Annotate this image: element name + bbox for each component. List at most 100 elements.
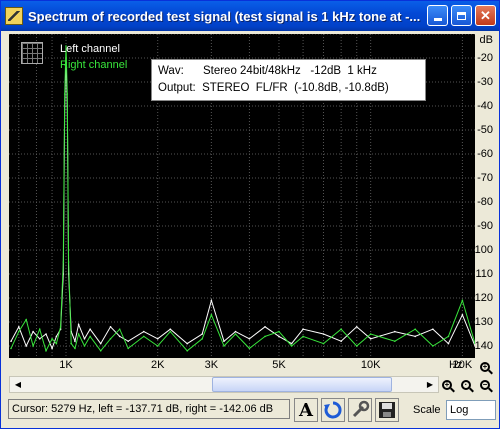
data-point-left: [322, 333, 325, 335]
data-point-right: [89, 335, 91, 338]
app-waveform-icon: [5, 7, 23, 25]
data-point-left: [290, 342, 293, 345]
y-tick-label: -110: [471, 268, 493, 280]
data-point-right: [234, 333, 237, 335]
data-point-left: [45, 333, 47, 335]
data-point-right: [142, 335, 145, 338]
data-point-right: [447, 335, 450, 338]
data-point-right: [67, 261, 70, 263]
data-point-left: [248, 338, 251, 340]
info-wav-label: Wav:: [158, 65, 184, 77]
minimize-button[interactable]: [427, 5, 448, 26]
y-tick-label: -50: [477, 124, 493, 136]
data-point-right: [369, 333, 372, 335]
horizontal-scrollbar[interactable]: ◀ ▶: [9, 376, 439, 393]
data-point-left: [89, 328, 91, 331]
data-point-right: [18, 330, 20, 333]
data-point-left: [355, 326, 358, 328]
scroll-thumb[interactable]: [212, 377, 392, 392]
zoom-out-button[interactable]: −: [477, 377, 493, 393]
window-title: Spectrum of recorded test signal (test s…: [28, 8, 421, 24]
data-point-left: [210, 299, 213, 302]
data-point-right: [70, 342, 72, 345]
font-icon: A: [299, 399, 313, 421]
data-point-right: [201, 338, 204, 340]
data-point-left: [447, 342, 450, 345]
y-tick-label: -120: [470, 292, 493, 304]
close-button[interactable]: ✕: [475, 5, 496, 26]
spectrum-plot[interactable]: Left channel Right channel Wav: Stereo 2…: [9, 34, 475, 358]
data-point-right: [414, 328, 416, 331]
zoom-in-icon: +: [480, 362, 490, 372]
status-bar: Cursor: 5279 Hz, left = -137.71 dB, righ…: [1, 394, 499, 428]
data-point-right: [118, 328, 121, 331]
scroll-right-arrow-icon[interactable]: ▶: [422, 377, 438, 392]
data-point-right: [248, 347, 251, 350]
data-point-left: [432, 328, 434, 331]
data-point-right: [322, 342, 325, 345]
x-tick-label: 3K: [204, 359, 219, 371]
data-point-right: [127, 347, 129, 350]
data-point-left: [278, 335, 280, 338]
scroll-left-arrow-icon[interactable]: ◀: [10, 377, 26, 392]
info-output-value: STEREO FL/FR (-10.8dB, -10.8dB): [202, 82, 389, 94]
data-point-left: [10, 340, 12, 343]
scale-label: Scale: [413, 404, 441, 416]
y-tick-label: -40: [477, 100, 493, 112]
data-point-left: [201, 333, 204, 335]
data-point-right: [169, 330, 172, 333]
y-tick-label: -80: [477, 196, 493, 208]
y-tick-label: -20: [477, 52, 493, 64]
data-point-right: [74, 347, 76, 350]
x-tick-label: 1K: [59, 359, 73, 371]
data-point-right: [32, 345, 34, 347]
data-point-left: [142, 330, 145, 333]
data-point-left: [156, 338, 159, 340]
data-point-right: [66, 93, 69, 95]
data-point-left: [264, 326, 266, 328]
series-line-left-channel: [10, 57, 475, 350]
info-output-label: Output:: [158, 82, 196, 94]
data-point-right: [25, 318, 27, 321]
x-tick-label: 2K: [150, 359, 165, 371]
data-point-left: [77, 323, 80, 326]
data-point-left: [169, 328, 172, 331]
data-point-left: [109, 326, 112, 328]
zoom-in-x-button[interactable]: +: [439, 377, 455, 393]
data-point-left: [55, 335, 58, 338]
data-point-left: [223, 340, 225, 343]
data-point-right: [62, 261, 65, 263]
y-tick-label: dB: [479, 34, 493, 46]
data-point-right: [10, 347, 12, 350]
data-point-right: [186, 350, 189, 352]
data-point-right: [77, 333, 80, 335]
save-button[interactable]: [375, 398, 399, 422]
data-point-right: [461, 299, 464, 302]
data-point-right: [83, 345, 86, 347]
data-point-right: [38, 328, 41, 331]
refresh-icon: [324, 401, 342, 419]
zoom-in-icon: +: [442, 380, 452, 390]
maximize-button[interactable]: [451, 5, 472, 26]
scale-select[interactable]: Log: [446, 400, 496, 420]
legend-grid-icon[interactable]: [21, 42, 43, 64]
y-tick-label: -140: [470, 340, 493, 352]
floppy-disk-icon: [379, 402, 395, 418]
wrench-icon: [352, 400, 370, 418]
data-point-right: [99, 350, 102, 352]
x-axis-unit: Hz: [449, 359, 463, 371]
data-point-left: [18, 326, 20, 328]
title-bar[interactable]: Spectrum of recorded test signal (test s…: [1, 1, 499, 31]
data-point-left: [74, 340, 76, 343]
zoom-in-y-button[interactable]: +: [477, 359, 493, 375]
font-button[interactable]: A: [294, 398, 318, 422]
zoom-fit-icon: ·: [461, 380, 471, 390]
refresh-button[interactable]: [321, 398, 345, 422]
data-point-right: [63, 93, 66, 95]
data-point-left: [32, 330, 34, 333]
data-point-right: [264, 335, 266, 338]
data-point-right: [109, 338, 112, 340]
zoom-reset-button[interactable]: ·: [458, 377, 474, 393]
settings-button[interactable]: [348, 398, 372, 422]
info-output-row: Output: STEREO FL/FR (-10.8dB, -10.8dB): [158, 82, 389, 94]
